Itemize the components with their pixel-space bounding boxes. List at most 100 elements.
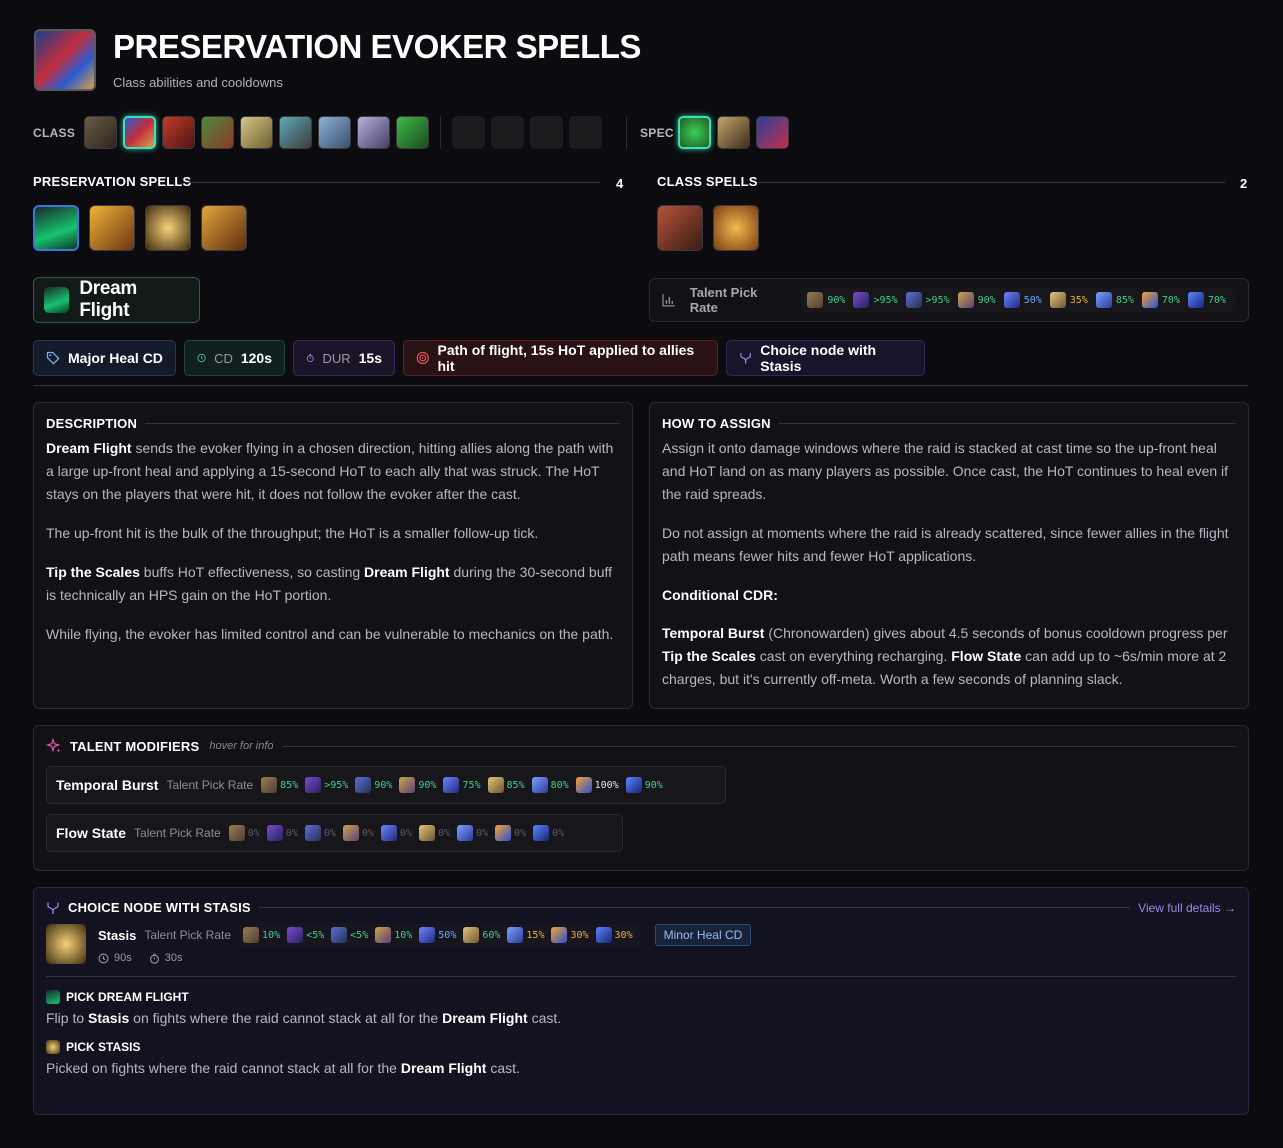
spec-icon-preservation[interactable] [678, 116, 711, 149]
pick-rate-value: 30% [614, 929, 633, 941]
class-icon-1[interactable] [84, 116, 117, 149]
class-label: CLASS [33, 126, 76, 140]
hero-spec-icon [399, 777, 416, 793]
hero-spec-icon [243, 927, 260, 943]
conditional-cdr-heading: Conditional CDR: [662, 587, 778, 603]
how-to-assign-card: HOW TO ASSIGN Assign it onto damage wind… [649, 402, 1249, 709]
duration-tag: DUR 15s [293, 340, 395, 376]
text: (Chronowarden) gives about 4.5 seconds o… [764, 625, 1228, 641]
class-spells-count: 2 [1240, 176, 1248, 191]
hero-spec-icon [807, 292, 824, 308]
tag-icon [46, 351, 60, 365]
text: cast. [527, 1010, 562, 1026]
modifiers-header: TALENT MODIFIERS hover for info [46, 738, 1236, 754]
spell-icon-stasis[interactable] [145, 205, 191, 251]
class-spell-icon-2[interactable] [713, 205, 759, 251]
pick-rate-value: 0% [361, 827, 374, 839]
preservation-spells-title: PRESERVATION SPELLS [33, 174, 192, 189]
description-header: DESCRIPTION [46, 416, 620, 431]
class-icon-3[interactable] [162, 116, 195, 149]
choice-node-tag[interactable]: Choice node with Stasis [726, 340, 925, 376]
hero-spec-icon [375, 927, 392, 943]
class-icon-6[interactable] [279, 116, 312, 149]
pick-rate-value: 15% [526, 929, 545, 941]
modifier-name: Temporal Burst [56, 777, 159, 793]
hero-spec-icon [1095, 292, 1112, 308]
modifier-row-flow-state[interactable]: Flow State Talent Pick Rate 0% 0% 0% 0% 0% 0%… [46, 814, 623, 852]
pick-rate-value: 0% [247, 827, 260, 839]
divider [440, 116, 441, 149]
class-icon-5[interactable] [240, 116, 273, 149]
description-paragraph-1: Dream Flight sends the evoker flying in … [46, 437, 620, 506]
talent-modifiers-card: TALENT MODIFIERS hover for info Temporal… [33, 725, 1249, 871]
choice-spell-row: Stasis Talent Pick Rate 10% <5% <5% 10% 50% 6… [46, 924, 1236, 964]
pick-rate-value: >95% [925, 294, 950, 306]
assign-header: HOW TO ASSIGN [662, 416, 1236, 431]
class-spells-title: CLASS SPELLS [657, 174, 758, 189]
modifiers-hint: hover for info [209, 740, 274, 752]
spell-icon-dream-flight[interactable] [33, 205, 79, 251]
class-spell-list [657, 205, 759, 251]
stopwatch-icon [149, 953, 159, 964]
bold-term: Dream Flight [364, 564, 450, 580]
pick-rate-value: 10% [394, 929, 413, 941]
spec-label: SPEC [640, 126, 674, 140]
spec-icon-augmentation[interactable] [717, 116, 750, 149]
pick-rate-list: 90% >95% >95% 90% 50% 35% 85% 70% 70% [801, 288, 1236, 312]
modifier-row-temporal-burst[interactable]: Temporal Burst Talent Pick Rate 85% >95% 9… [46, 766, 726, 804]
spell-name: Dream Flight [79, 278, 137, 321]
description-paragraph-4: While flying, the evoker has limited con… [46, 626, 614, 642]
class-icon-evoker[interactable] [123, 116, 156, 149]
class-icon-7[interactable] [318, 116, 351, 149]
pick-rate-value: 0% [476, 827, 489, 839]
pick-rate-value: 100% [594, 779, 619, 791]
description-title: DESCRIPTION [46, 416, 138, 431]
pick-rate-value: 80% [550, 779, 569, 791]
description-card: DESCRIPTION Dream Flight sends the evoke… [33, 402, 633, 709]
pick-rate-value: 90% [374, 779, 393, 791]
hero-spec-icon [1049, 292, 1066, 308]
view-full-details-link[interactable]: View full details → [1138, 901, 1236, 915]
pick-rate-value: <5% [306, 929, 325, 941]
pick-rate-value: 90% [977, 294, 996, 306]
preservation-spells-count: 4 [616, 176, 624, 191]
talent-pick-rate-card: Talent Pick Rate 90% >95% >95% 90% 50% 35% 85%… [649, 278, 1249, 322]
divider [46, 976, 1236, 977]
hero-spec-icon [355, 777, 372, 793]
assign-paragraph-2: Do not assign at moments where the raid … [662, 525, 1229, 564]
duration-value: 15s [358, 350, 382, 366]
choice-header: CHOICE NODE WITH STASIS View full detail… [46, 900, 1236, 915]
modifier-pick-rates: 85% >95% 90% 90% 75% 85% 80% 100% 90% [261, 777, 667, 793]
choice-cd: 90s [114, 952, 132, 964]
class-icon-4[interactable] [201, 116, 234, 149]
class-spell-icon-1[interactable] [657, 205, 703, 251]
hero-spec-icon [261, 777, 278, 793]
hero-spec-icon [487, 777, 504, 793]
hero-spec-icon [595, 927, 612, 943]
spell-icon-2[interactable] [89, 205, 135, 251]
modifiers-title: TALENT MODIFIERS [70, 738, 200, 754]
hero-spec-icon [575, 777, 592, 793]
minor-heal-tag: Minor Heal CD [654, 924, 752, 946]
target-icon [416, 351, 429, 365]
spell-icon-4[interactable] [201, 205, 247, 251]
hero-spec-icon [228, 825, 245, 841]
class-icon-8[interactable] [357, 116, 390, 149]
text: cast on everything recharging. [755, 648, 952, 664]
hero-spec-icon [853, 292, 870, 308]
pick-rate-value: 0% [323, 827, 336, 839]
choice-spell-name: Stasis [98, 927, 137, 943]
pick-rate-value: 75% [462, 779, 481, 791]
choice-node-card: CHOICE NODE WITH STASIS View full detail… [33, 887, 1249, 1115]
bold-term: Dream Flight [442, 1010, 528, 1026]
dream-flight-icon [44, 287, 70, 313]
role-tag: Major Heal CD [33, 340, 176, 376]
pick-stasis-text: Picked on fights where the raid cannot s… [46, 1057, 1236, 1080]
pick-rate-value: 35% [1069, 294, 1088, 306]
class-icon-9[interactable] [396, 116, 429, 149]
cooldown-tag: CD 120s [184, 340, 285, 376]
choice-timings: 90s 30s [98, 952, 751, 964]
spec-selector [678, 116, 789, 149]
spec-icon-devastation[interactable] [756, 116, 789, 149]
pick-stasis-header: PICK STASIS [46, 1040, 1236, 1054]
